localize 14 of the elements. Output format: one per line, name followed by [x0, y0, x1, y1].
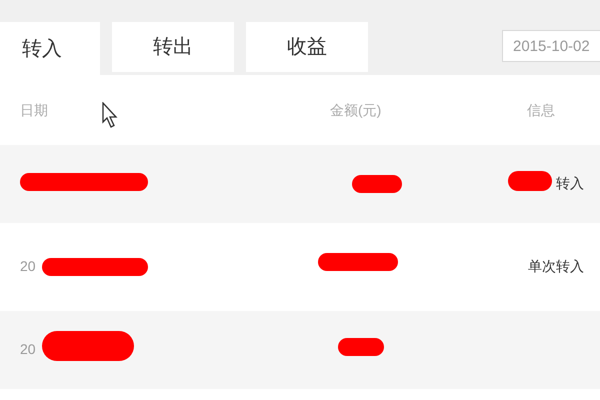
tab[interactable]: 转入 [0, 22, 100, 75]
redaction-mark [352, 175, 402, 193]
redaction-mark [508, 171, 552, 191]
tab[interactable]: 收益 [246, 22, 368, 72]
column-header: 信息 [527, 100, 555, 120]
tab[interactable]: 转出 [112, 22, 234, 72]
table-cell-text: 20 [20, 257, 36, 276]
table-cell-text: 20 [20, 340, 36, 359]
table-cell-text: 转入 [556, 174, 584, 193]
table-cell-text: 单次转入 [528, 257, 584, 276]
redaction-mark [338, 338, 384, 356]
cursor-icon [102, 102, 118, 128]
column-header: 金额(元) [330, 100, 382, 120]
column-header: 日期 [20, 100, 48, 120]
